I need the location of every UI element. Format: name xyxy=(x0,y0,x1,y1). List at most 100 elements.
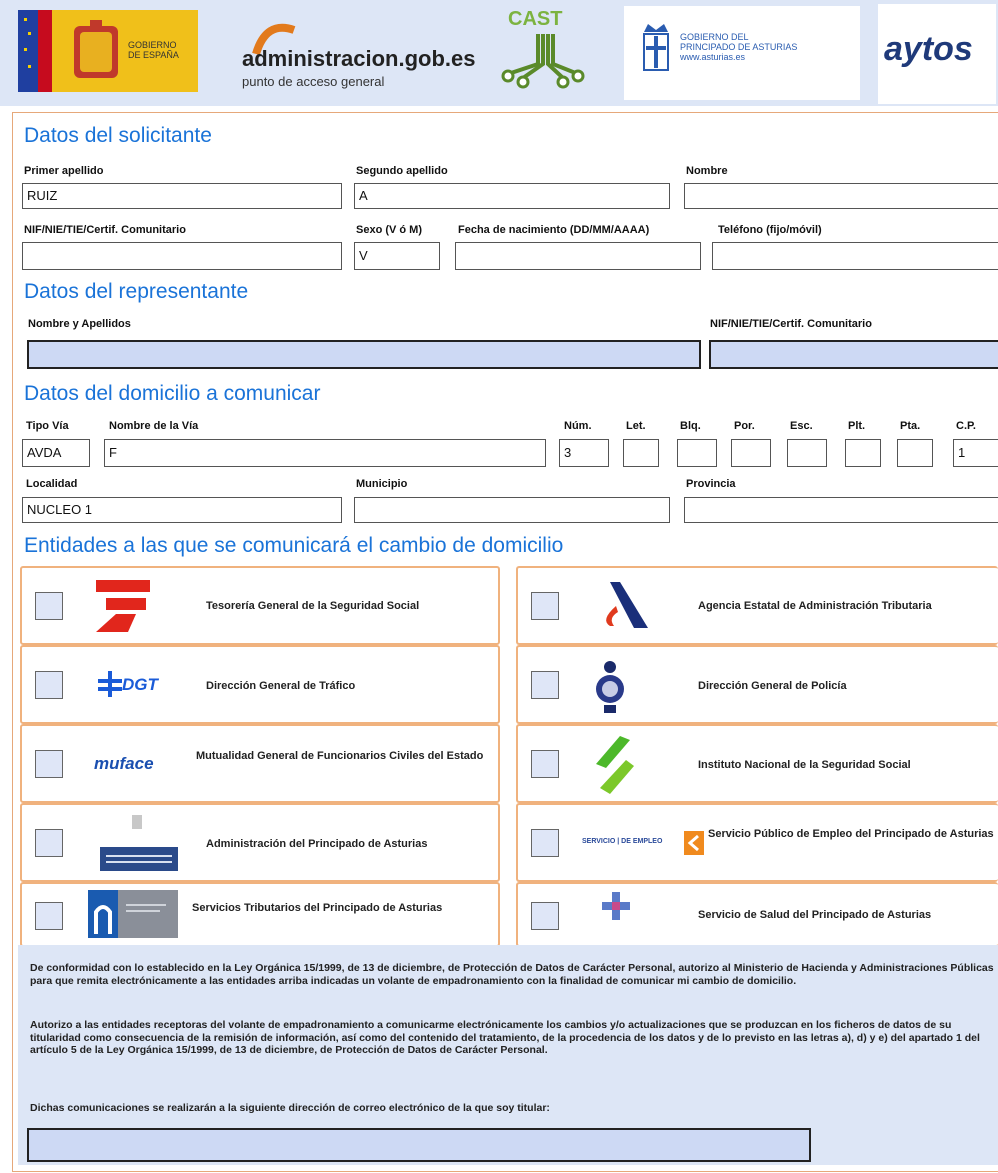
sexo-field[interactable]: V xyxy=(354,242,440,270)
asturias-crown-icon xyxy=(643,24,669,71)
entity-card-empleo[interactable]: SERVICIO | DE EMPLEO Servicio Público de… xyxy=(516,803,998,882)
entity-card-policia[interactable]: Dirección General de Policía xyxy=(516,645,998,724)
blq-label: Blq. xyxy=(680,420,701,432)
representante-title: Datos del representante xyxy=(24,280,249,303)
entity-checkbox[interactable] xyxy=(35,750,63,778)
aytos-logo: aytos xyxy=(878,4,996,104)
let-field[interactable] xyxy=(623,439,659,467)
esc-label: Esc. xyxy=(790,420,813,432)
tipo-via-label: Tipo Vía xyxy=(26,420,69,432)
entity-checkbox[interactable] xyxy=(531,750,559,778)
entity-card-aeat[interactable]: Agencia Estatal de Administración Tribut… xyxy=(516,566,998,645)
dgt-logo-text: DGT xyxy=(122,675,158,694)
representante-nif-label: NIF/NIE/TIE/Certif. Comunitario xyxy=(710,318,872,330)
asturias-line3: www.asturias.es xyxy=(680,52,746,62)
localidad-label: Localidad xyxy=(26,478,78,490)
provincia-label: Provincia xyxy=(686,478,736,490)
entity-checkbox[interactable] xyxy=(35,592,63,620)
entity-checkbox[interactable] xyxy=(531,829,559,857)
salud-logo-icon xyxy=(602,892,630,920)
nif-field[interactable] xyxy=(22,242,342,270)
entity-checkbox[interactable] xyxy=(35,829,63,857)
entity-card-tributarios[interactable]: Servicios Tributarios del Principado de … xyxy=(20,882,500,947)
entity-card-dgt[interactable]: DGT Dirección General de Tráfico xyxy=(20,645,500,724)
esc-field[interactable] xyxy=(787,439,827,467)
consent-paragraph-2: Autorizo a las entidades receptoras del … xyxy=(30,1019,980,1056)
provincia-field[interactable] xyxy=(684,497,998,523)
num-label: Núm. xyxy=(564,420,592,432)
primer-apellido-label: Primer apellido xyxy=(24,165,104,177)
entity-checkbox[interactable] xyxy=(531,671,559,699)
entity-card-tgss[interactable]: Tesorería General de la Seguridad Social xyxy=(20,566,500,645)
nombre-via-label: Nombre de la Vía xyxy=(109,420,199,432)
tributarios-logo-icon xyxy=(88,890,178,938)
entity-card-principado[interactable]: Administración del Principado de Asturia… xyxy=(20,803,500,882)
cast-text: CAST xyxy=(508,8,563,30)
entity-name: Administración del Principado de Asturia… xyxy=(206,838,428,850)
email-field[interactable] xyxy=(27,1128,811,1162)
asturias-line1: GOBIERNO DEL xyxy=(680,32,749,42)
fecha-nacimiento-field[interactable] xyxy=(455,242,701,270)
tipo-via-field[interactable]: AVDA xyxy=(22,439,90,467)
telefono-label: Teléfono (fijo/móvil) xyxy=(718,224,822,236)
entity-name: Mutualidad General de Funcionarios Civil… xyxy=(196,750,484,762)
pta-field[interactable] xyxy=(897,439,933,467)
nif-label: NIF/NIE/TIE/Certif. Comunitario xyxy=(24,224,186,236)
fecha-nacimiento-label: Fecha de nacimiento (DD/MM/AAAA) xyxy=(458,224,650,236)
entity-name: Instituto Nacional de la Seguridad Socia… xyxy=(698,759,911,771)
municipio-field[interactable] xyxy=(354,497,670,523)
representante-nombre-label: Nombre y Apellidos xyxy=(28,318,131,330)
entity-name: Servicio de Salud del Principado de Astu… xyxy=(698,909,932,921)
nombre-label: Nombre xyxy=(686,165,728,177)
principado-asturias-logo: GOBIERNO DEL PRINCIPADO DE ASTURIAS www.… xyxy=(624,6,860,100)
inss-logo-icon xyxy=(596,736,634,794)
telefono-field[interactable] xyxy=(712,242,998,270)
pta-label: Pta. xyxy=(900,420,921,432)
gobierno-line1: GOBIERNO xyxy=(128,40,177,50)
representante-nombre-field[interactable] xyxy=(27,340,701,369)
entity-name: Tesorería General de la Seguridad Social xyxy=(206,600,420,612)
entity-checkbox[interactable] xyxy=(35,671,63,699)
por-label: Por. xyxy=(734,420,755,432)
administracion-gob-logo: administracion.gob.es punto de acceso ge… xyxy=(232,6,476,100)
localidad-field[interactable]: NUCLEO 1 xyxy=(22,497,342,523)
header-banner: GOBIERNO DE ESPAÑA administracion.gob.es… xyxy=(0,0,998,106)
empleo-logo-icon xyxy=(684,831,704,855)
nombre-via-field[interactable]: F xyxy=(104,439,546,467)
cp-label: C.P. xyxy=(956,420,976,432)
entity-card-inss[interactable]: Instituto Nacional de la Seguridad Socia… xyxy=(516,724,998,803)
entity-card-muface[interactable]: muface Mutualidad General de Funcionario… xyxy=(20,724,500,803)
plt-field[interactable] xyxy=(845,439,881,467)
gobierno-line2: DE ESPAÑA xyxy=(128,50,179,60)
gobierno-espana-logo: GOBIERNO DE ESPAÑA xyxy=(18,10,198,92)
num-field[interactable]: 3 xyxy=(559,439,609,467)
nombre-field[interactable] xyxy=(684,183,998,209)
aeat-logo-icon xyxy=(606,582,648,628)
plt-label: Plt. xyxy=(848,420,866,432)
cp-field[interactable]: 1 xyxy=(953,439,998,467)
domicilio-title: Datos del domicilio a comunicar xyxy=(24,382,321,405)
por-field[interactable] xyxy=(731,439,771,467)
muface-logo-icon: muface xyxy=(94,754,154,773)
entity-card-salud[interactable]: Servicio de Salud del Principado de Astu… xyxy=(516,882,998,947)
circuit-icon xyxy=(501,34,585,89)
aytos-text: aytos xyxy=(884,30,973,68)
entity-checkbox[interactable] xyxy=(531,592,559,620)
primer-apellido-field[interactable]: RUIZ xyxy=(22,183,342,209)
entity-name: Agencia Estatal de Administración Tribut… xyxy=(698,600,932,612)
entity-checkbox[interactable] xyxy=(35,902,63,930)
administracion-sub-text: punto de acceso general xyxy=(242,74,385,89)
blq-field[interactable] xyxy=(677,439,717,467)
empleo-logo-text: SERVICIO | DE EMPLEO xyxy=(582,838,663,845)
administracion-main-text: administracion.gob.es xyxy=(242,46,476,71)
entity-checkbox[interactable] xyxy=(531,902,559,930)
let-label: Let. xyxy=(626,420,646,432)
entidades-title: Entidades a las que se comunicará el cam… xyxy=(24,534,564,557)
asturias-line2: PRINCIPADO DE ASTURIAS xyxy=(680,42,798,52)
consent-paragraph-3: Dichas comunicaciones se realizarán a la… xyxy=(30,1102,550,1114)
segundo-apellido-field[interactable]: A xyxy=(354,183,670,209)
entity-name: Dirección General de Tráfico xyxy=(206,680,356,692)
consent-paragraph-1: De conformidad con lo establecido en la … xyxy=(30,962,994,987)
solicitante-title: Datos del solicitante xyxy=(24,124,212,147)
representante-nif-field[interactable] xyxy=(709,340,998,369)
